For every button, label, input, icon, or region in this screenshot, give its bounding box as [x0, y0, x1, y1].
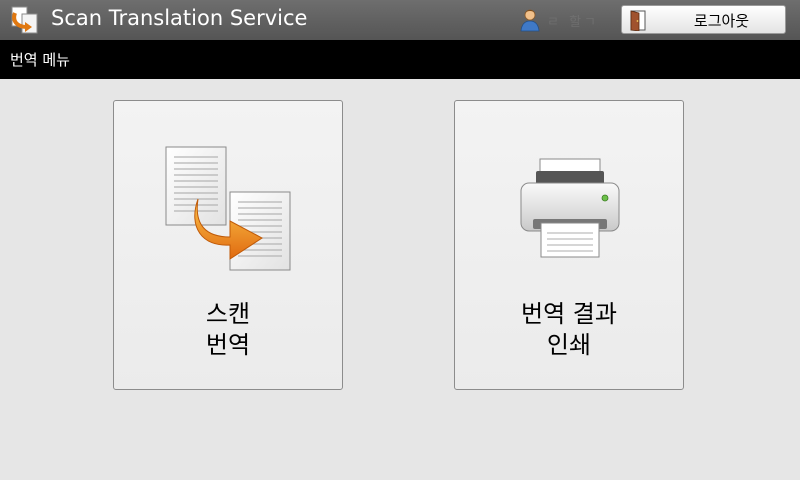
tile-label-line1: 번역 결과	[521, 300, 617, 328]
app-logo-icon	[11, 6, 38, 34]
user-icon[interactable]	[519, 8, 541, 32]
door-exit-icon	[630, 10, 646, 31]
menu-bar: 번역 메뉴	[0, 40, 800, 79]
tile-label-line2: 번역	[205, 331, 251, 359]
scan-translate-button[interactable]: 스캔 번역	[113, 100, 343, 390]
tile-label-line2: 인쇄	[546, 331, 592, 359]
app-title: Scan Translation Service	[51, 6, 308, 30]
document-translate-icon	[165, 146, 291, 271]
printer-icon	[520, 158, 620, 258]
title-bar: Scan Translation Service ㄹ 할ㄱ 로그아웃	[0, 0, 800, 40]
user-status-text: ㄹ 할ㄱ	[547, 15, 600, 30]
menu-title: 번역 메뉴	[10, 51, 70, 69]
print-results-button[interactable]: 번역 결과 인쇄	[454, 100, 684, 390]
logout-button[interactable]: 로그아웃	[621, 5, 786, 34]
tile-label-line1: 스캔	[205, 300, 251, 328]
logout-label: 로그아웃	[693, 12, 750, 30]
